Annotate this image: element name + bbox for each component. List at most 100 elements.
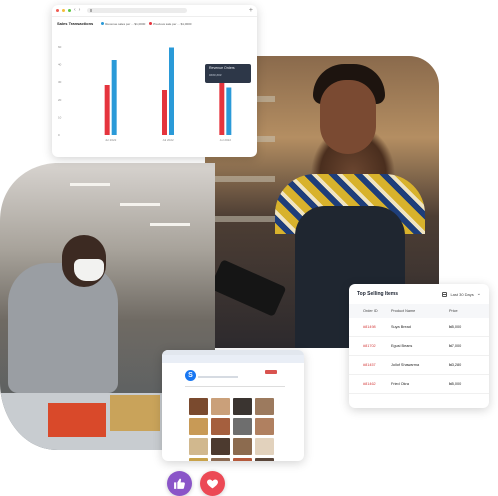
legend-item: Previous sale per ... $1,0000 <box>149 22 191 26</box>
legend-swatch <box>149 22 153 26</box>
shelf <box>205 216 275 222</box>
new-tab-icon[interactable]: + <box>249 7 253 14</box>
y-tick-label: 40 <box>58 63 62 67</box>
top-selling-table: Order ID Product Name Price #81498 Suya … <box>349 304 489 394</box>
order-id[interactable]: #81498 <box>349 318 391 337</box>
top-selling-title: Top Selling Items <box>357 291 399 297</box>
tablet-device <box>209 259 287 317</box>
table-row[interactable]: #81462 Fried Okra ₦5,000 <box>349 374 489 394</box>
shelf <box>205 176 275 182</box>
x-tick-label: Jul 2022 <box>220 138 232 142</box>
cashier-body <box>8 263 118 393</box>
minimize-dot[interactable] <box>62 9 65 12</box>
lock-icon <box>90 9 93 12</box>
bar-revenue[interactable] <box>111 60 117 135</box>
product-thumbnail[interactable] <box>233 458 252 461</box>
product-thumbnail[interactable] <box>211 398 230 415</box>
product-thumbnail[interactable] <box>211 458 230 461</box>
product-thumbnail[interactable] <box>255 458 274 461</box>
bar-previous[interactable] <box>104 85 110 135</box>
product-name: Egusi Beans <box>391 336 441 356</box>
product-thumbnail[interactable] <box>189 398 208 415</box>
y-tick-label: 30 <box>58 80 62 84</box>
close-dot[interactable] <box>56 9 59 12</box>
top-selling-card: Top Selling Items Last 30 Days ⌄ Order I… <box>349 284 489 408</box>
y-tick-label: 0 <box>58 133 60 137</box>
worker-face <box>320 80 376 154</box>
price: ₦5,000 <box>441 318 489 337</box>
chevron-down-icon: ⌄ <box>476 290 481 297</box>
grocery-bag <box>110 395 160 431</box>
chart-legend: Revenue sales per ... $1,0000 Previous s… <box>101 22 191 26</box>
column-header[interactable]: Order ID <box>349 304 391 318</box>
hero-collage: ‹ › + Sales Transactions Revenue sales p… <box>0 0 498 496</box>
calendar-icon <box>442 291 448 297</box>
maximize-dot[interactable] <box>68 9 71 12</box>
price: ₦3,280 <box>441 355 489 375</box>
legend-swatch <box>101 22 105 26</box>
chart-title: Sales Transactions <box>57 21 94 26</box>
back-icon[interactable]: ‹ <box>74 8 76 13</box>
product-thumbnail[interactable] <box>255 418 274 435</box>
order-id[interactable]: #81462 <box>349 374 391 394</box>
store-tabs[interactable] <box>185 384 285 387</box>
order-id[interactable]: #81702 <box>349 336 391 356</box>
date-range-label: Last 30 Days <box>450 291 474 297</box>
x-tick-label: Jul 2022 <box>105 138 117 142</box>
table-header-row: Order ID Product Name Price <box>349 304 489 318</box>
product-thumbnail[interactable] <box>189 418 208 435</box>
price: ₦7,000 <box>441 336 489 356</box>
follow-button[interactable] <box>265 370 277 374</box>
column-header[interactable]: Price <box>441 304 489 318</box>
store-logo-icon[interactable]: S <box>185 370 196 381</box>
bar-revenue[interactable] <box>226 87 232 136</box>
tooltip-value: ####,### <box>209 73 222 77</box>
order-id[interactable]: #81457 <box>349 355 391 375</box>
price: ₦5,000 <box>441 374 489 394</box>
product-name: Fried Okra <box>391 374 441 394</box>
product-thumbnail[interactable] <box>255 398 274 415</box>
ceiling-light <box>70 183 110 186</box>
bar-revenue[interactable] <box>169 47 174 136</box>
legend-item: Revenue sales per ... $1,0000 <box>101 22 145 26</box>
tooltip-title: Revenue Orders <box>209 66 235 70</box>
y-tick-label: 60 <box>58 45 62 49</box>
product-thumbnail[interactable] <box>189 438 208 455</box>
product-name: Suya Bread <box>391 318 441 337</box>
product-thumbnail[interactable] <box>189 458 208 461</box>
browser-bar: ‹ › + <box>52 5 257 17</box>
column-header[interactable]: Product Name <box>391 304 441 318</box>
x-tick-label: Jul 2022 <box>162 138 174 142</box>
y-tick-label: 20 <box>58 98 62 102</box>
product-thumbnail[interactable] <box>233 438 252 455</box>
table-row[interactable]: #81702 Egusi Beans ₦7,000 <box>349 336 489 356</box>
ceiling-light <box>150 223 190 226</box>
chart-tooltip: Revenue Orders ####,### <box>205 64 251 83</box>
heart-icon <box>207 479 218 489</box>
top-selling-header: Top Selling Items Last 30 Days ⌄ <box>349 284 489 301</box>
product-thumbnail[interactable] <box>255 438 274 455</box>
date-range-select[interactable]: Last 30 Days ⌄ <box>442 290 481 297</box>
store-subtitle-line <box>198 376 238 378</box>
ceiling-light <box>120 203 160 206</box>
love-reaction-button[interactable] <box>200 471 225 496</box>
table-row[interactable]: #81498 Suya Bread ₦5,000 <box>349 318 489 337</box>
product-thumbnail[interactable] <box>233 418 252 435</box>
table-row[interactable]: #81457 Jollof Shawarma ₦3,280 <box>349 355 489 375</box>
product-thumbnail[interactable] <box>233 398 252 415</box>
product-name: Jollof Shawarma <box>391 355 441 375</box>
like-reaction-button[interactable] <box>167 471 192 496</box>
product-grid <box>189 398 274 461</box>
bar-chart: 0 10 20 30 40 60 Jul 2022 Jul 2022 Jul 2022 <box>58 45 232 142</box>
chart-header: Sales Transactions Revenue sales per ...… <box>52 17 257 26</box>
store-banner <box>162 355 304 363</box>
bar-previous[interactable] <box>162 90 167 135</box>
sales-chart-window: ‹ › + Sales Transactions Revenue sales p… <box>52 5 257 157</box>
address-bar[interactable] <box>87 8 188 13</box>
face-mask <box>74 259 104 281</box>
forward-icon[interactable]: › <box>79 8 81 13</box>
thumbs-up-icon <box>174 478 185 489</box>
store-page-window: S <box>162 350 304 461</box>
product-thumbnail[interactable] <box>211 438 230 455</box>
product-thumbnail[interactable] <box>211 418 230 435</box>
